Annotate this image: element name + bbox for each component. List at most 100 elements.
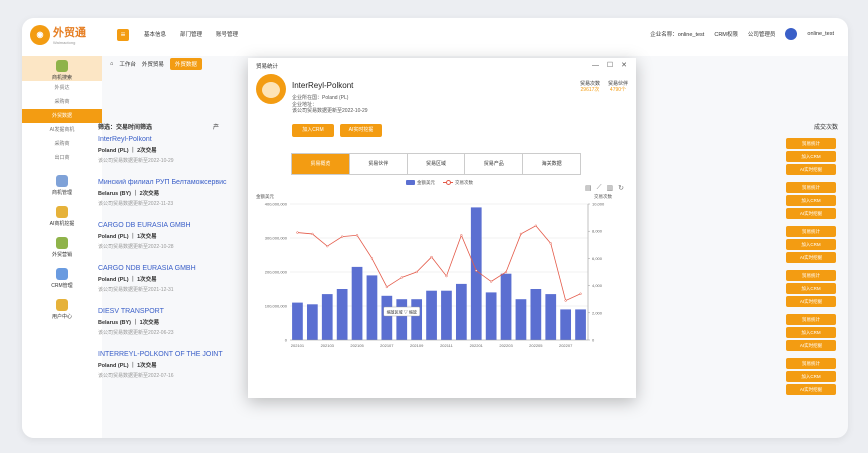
username[interactable]: online_test [807,31,834,37]
y-right-tick-label: 10,000 [592,202,605,207]
list-item: DIESV TRANSPORT Belarus (BY) ｜ 1次交易 该公司贸… [98,308,248,351]
trade-count-header[interactable]: 成交次数 [814,122,838,131]
tab-regions[interactable]: 贸易区域 [408,154,466,174]
trade-stats-button[interactable]: 贸易统计 [786,270,836,281]
sidebar-group-manage[interactable]: 商机管理 [22,171,102,196]
line-point [326,245,329,248]
sidebar-item-4[interactable]: AI发掘商机 [22,123,102,137]
ai-mine-button[interactable]: AI实时挖掘 [786,252,836,263]
trade-stats-button[interactable]: 贸易统计 [786,358,836,369]
sidebar-item-1[interactable]: 外贸达 [22,81,102,95]
company-link[interactable]: INTERREYL-POLKONT OF THE JOINT [98,351,248,358]
sidebar-item-6[interactable]: 出口商 [22,151,102,165]
add-crm-button[interactable]: 加入CRM [786,239,836,250]
sidebar-group-ai[interactable]: AI商机挖掘 [22,202,102,227]
x-tick-label: 202201 [470,343,484,348]
legend-line-swatch [443,180,453,186]
x-tick-label: 202103 [321,343,335,348]
nav-department[interactable]: 部门管理 [180,30,202,38]
tab-partners[interactable]: 贸易伙伴 [350,154,408,174]
add-crm-button[interactable]: 加入CRM [292,124,334,137]
y-left-tick-label: 300,000,000 [265,236,288,241]
data-view-icon[interactable]: ▤ [585,184,592,192]
sidebar-item-trade-data[interactable]: 外贸数据 [22,109,102,123]
company-list: InterReyl-Polkont Poland (PL) ｜ 2次交易 该公司… [98,136,248,394]
action-group: 贸易统计 加入CRM AI实时挖掘 [786,182,836,219]
tab-products[interactable]: 贸易产品 [465,154,524,174]
chart-svg: 金额美元 交易次数 0 100,000,000 200,000,000 300,000… [256,193,612,348]
line-point [311,232,314,236]
nav-basic-info[interactable]: 基本信息 [144,30,166,38]
sidebar-group-search[interactable]: 商机搜索 [22,56,102,81]
bar-switch-icon[interactable]: ▥ [607,184,614,192]
company-link[interactable]: InterReyl-Polkont [98,136,248,143]
top-nav: 基本信息 部门管理 账号管理 [144,30,238,38]
y-left-tick-label: 400,000,000 [265,202,288,207]
company-manager[interactable]: 公司管理员 [748,30,776,38]
company-country: Poland (PL) ｜ 1次交易 [98,277,157,283]
sidebar-label-crm: CRM管理 [51,283,73,289]
filter-label-2[interactable]: 产 [213,122,219,131]
company-link[interactable]: CARGO DB EURASIA GMBH [98,222,248,229]
list-item: InterReyl-Polkont Poland (PL) ｜ 2次交易 该公司… [98,136,248,179]
y-left-tick-label: 100,000,000 [265,304,288,309]
ai-mine-button[interactable]: AI实时挖掘 [786,208,836,219]
tab-trade-data[interactable]: 外贸数据 [169,58,202,70]
trade-stats-button[interactable]: 贸易统计 [786,138,836,149]
ai-mine-button[interactable]: AI实时挖掘 [786,164,836,175]
nav-account[interactable]: 账号管理 [216,30,238,38]
x-tick-label: 202101 [291,343,305,348]
legend-count[interactable]: 交易次数 [443,180,473,186]
company-link[interactable]: Минский филиал РУП Белтаможсервис [98,179,248,186]
filter-label[interactable]: 筛选：交易时间筛选 [98,122,152,131]
ai-mine-button[interactable]: AI实时挖掘 [340,124,382,137]
line-switch-icon[interactable]: ⟋ [597,184,602,192]
sidebar-group-marketing[interactable]: 外贸营销 [22,233,102,258]
legend-amount[interactable]: 金额美元 [406,180,435,186]
action-group: 贸易统计 加入CRM AI实时挖掘 [786,314,836,351]
hamburger-icon[interactable]: ≡ [117,29,129,41]
trade-stats-button[interactable]: 贸易统计 [786,226,836,237]
line-point [370,257,374,260]
trade-stats-button[interactable]: 贸易统计 [786,182,836,193]
ai-mine-button[interactable]: AI实时挖掘 [786,340,836,351]
line-point [355,234,359,237]
restore-icon[interactable]: ↻ [618,184,624,192]
line-point [430,255,433,259]
tab-customs[interactable]: 海关数据 [523,154,580,174]
sidebar-group-crm[interactable]: CRM管理 [22,264,102,289]
sidebar: 商机搜索 外贸达 采购商 外贸数据 AI发掘商机 采购商 出口商 商机管理 AI… [22,56,102,438]
bar [426,290,437,340]
add-crm-button[interactable]: 加入CRM [786,371,836,382]
trade-stats-button[interactable]: 贸易统计 [786,314,836,325]
company-link[interactable]: DIESV TRANSPORT [98,308,248,315]
chart-grid [290,203,588,341]
sidebar-group-user[interactable]: 用户中心 [22,295,102,320]
line-point [475,269,478,272]
top-bar: ◉ 外贸通 Waimaotong ≡ 基本信息 部门管理 账号管理 企业名称：o… [22,18,848,56]
company-link[interactable]: CARGO NDB EURASIA GMBH [98,265,248,272]
add-crm-button[interactable]: 加入CRM [786,151,836,162]
ai-mine-button[interactable]: AI实时挖掘 [786,384,836,395]
line-point [341,235,344,238]
line-point [564,299,567,302]
sidebar-item-5[interactable]: 采购商 [22,137,102,151]
crm-permission[interactable]: CRM权限 [714,30,738,38]
tab-overview[interactable]: 贸易概览 [292,154,350,174]
add-crm-button[interactable]: 加入CRM [786,283,836,294]
add-crm-button[interactable]: 加入CRM [786,195,836,206]
window-controls[interactable]: — ☐ ✕ [592,61,630,69]
home-icon[interactable]: ⌂ [110,61,113,67]
sidebar-item-2[interactable]: 采购商 [22,95,102,109]
sidebar-label-manage: 商机管理 [51,190,72,196]
ai-mine-button[interactable]: AI实时挖掘 [786,296,836,307]
tab-workbench[interactable]: 工作台 [119,60,136,68]
tab-trade[interactable]: 外贸贸易 [142,60,164,68]
y-axis-right-label: 交易次数 [594,193,612,200]
bar [441,290,452,340]
stat-value: 4790个 [609,87,627,93]
line-point [549,242,552,245]
avatar[interactable] [785,28,798,40]
add-crm-button[interactable]: 加入CRM [786,327,836,338]
line-point [400,276,403,279]
